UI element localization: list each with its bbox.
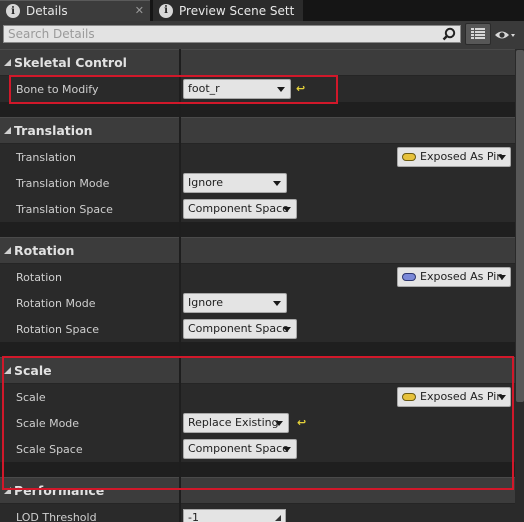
exposed-as-pin-button[interactable]: Exposed As Pin — [397, 387, 511, 407]
chevron-down-icon — [283, 327, 291, 332]
property-label: LOD Threshold — [16, 511, 97, 522]
section-gap — [0, 342, 515, 358]
section-gap — [0, 222, 515, 238]
pin-label: Exposed As Pin — [420, 390, 504, 403]
property-row-bone-to-modify: Bone to Modify foot_r ↩ — [0, 76, 515, 102]
collapse-triangle-icon — [4, 127, 11, 134]
chevron-down-icon — [273, 301, 281, 306]
property-label: Rotation Mode — [16, 297, 96, 310]
chevron-down-icon — [273, 181, 281, 186]
chevron-down-icon — [498, 275, 506, 280]
pin-label: Exposed As Pin — [420, 270, 504, 283]
translation-mode-combo[interactable]: Ignore — [183, 173, 287, 193]
category-title: Performance — [14, 483, 105, 498]
close-icon[interactable]: ✕ — [135, 4, 144, 17]
property-row-scale-space: Scale Space Component Space — [0, 436, 515, 462]
view-options-button[interactable] — [465, 23, 491, 45]
category-skeletal-control[interactable]: Skeletal Control — [0, 49, 515, 75]
search-toolbar: Search Details — [0, 21, 524, 49]
collapse-triangle-icon — [4, 367, 11, 374]
exposed-as-pin-button[interactable]: Exposed As Pin — [397, 267, 511, 287]
chevron-down-icon — [283, 207, 291, 212]
combo-value: Ignore — [188, 296, 223, 309]
property-row-translation-mode: Translation Mode Ignore — [0, 170, 515, 196]
search-input[interactable]: Search Details — [3, 25, 461, 43]
property-row-translation-space: Translation Space Component Space — [0, 196, 515, 222]
reset-to-default-icon[interactable]: ↩ — [296, 83, 306, 94]
property-label: Translation Mode — [16, 177, 110, 190]
exposed-as-pin-button[interactable]: Exposed As Pin — [397, 147, 511, 167]
rotation-space-combo[interactable]: Component Space — [183, 319, 297, 339]
chevron-down-icon — [277, 87, 285, 92]
info-icon: i — [159, 3, 173, 18]
rotation-mode-combo[interactable]: Ignore — [183, 293, 287, 313]
pin-icon — [402, 393, 416, 401]
pin-label: Exposed As Pin — [420, 150, 504, 163]
reset-to-default-icon[interactable]: ↩ — [297, 417, 307, 428]
category-title: Scale — [14, 363, 52, 378]
info-icon: i — [6, 4, 20, 18]
category-scale[interactable]: Scale — [0, 357, 515, 383]
property-label: Rotation Space — [16, 323, 100, 336]
property-row-lod-threshold: LOD Threshold -1 — [0, 504, 515, 522]
search-icon[interactable] — [442, 27, 456, 41]
property-label: Rotation — [16, 271, 63, 284]
category-title: Skeletal Control — [14, 55, 127, 70]
collapse-triangle-icon — [4, 487, 11, 494]
tab-details[interactable]: i Details ✕ — [0, 0, 150, 21]
category-translation[interactable]: Translation — [0, 117, 515, 143]
resize-grip-icon — [275, 515, 281, 521]
property-label: Scale Mode — [16, 417, 80, 430]
search-placeholder: Search Details — [8, 27, 95, 41]
property-row-rotation: Rotation Exposed As Pin — [0, 264, 515, 290]
details-panel: Skeletal Control Bone to Modify foot_r ↩… — [0, 49, 515, 522]
combo-value: Component Space — [188, 442, 289, 455]
scrollbar-thumb[interactable] — [516, 50, 524, 402]
combo-value: Ignore — [188, 176, 223, 189]
lod-threshold-input[interactable]: -1 — [183, 509, 286, 522]
category-title: Rotation — [14, 243, 75, 258]
visibility-dropdown[interactable] — [494, 25, 524, 45]
chevron-down-icon — [498, 395, 506, 400]
property-row-scale: Scale Exposed As Pin — [0, 384, 515, 410]
grid-view-icon — [471, 28, 485, 39]
chevron-down-icon — [283, 447, 291, 452]
tab-preview-scene-settings[interactable]: i Preview Scene Sett — [153, 0, 303, 21]
combo-value: Component Space — [188, 202, 289, 215]
chevron-down-icon — [275, 421, 283, 426]
chevron-down-icon — [498, 155, 506, 160]
property-label: Bone to Modify — [16, 83, 99, 96]
numeric-value: -1 — [188, 511, 199, 522]
pin-icon — [402, 273, 416, 281]
tab-details-label: Details — [26, 4, 68, 18]
pin-icon — [402, 153, 416, 161]
section-gap — [0, 462, 515, 478]
property-row-rotation-space: Rotation Space Component Space — [0, 316, 515, 342]
property-row-rotation-mode: Rotation Mode Ignore — [0, 290, 515, 316]
category-title: Translation — [14, 123, 93, 138]
property-row-scale-mode: Scale Mode Replace Existing ↩ — [0, 410, 515, 436]
combo-value: Component Space — [188, 322, 289, 335]
category-rotation[interactable]: Rotation — [0, 237, 515, 263]
column-splitter[interactable] — [179, 49, 181, 522]
translation-space-combo[interactable]: Component Space — [183, 199, 297, 219]
tab-bar: i Details ✕ i Preview Scene Sett — [0, 0, 524, 21]
property-label: Scale — [16, 391, 46, 404]
collapse-triangle-icon — [4, 247, 11, 254]
eye-icon — [495, 31, 515, 39]
section-gap — [0, 102, 515, 118]
property-row-translation: Translation Exposed As Pin — [0, 144, 515, 170]
bone-to-modify-combo[interactable]: foot_r — [183, 79, 291, 99]
tab-preview-label: Preview Scene Sett — [179, 3, 295, 18]
collapse-triangle-icon — [4, 59, 11, 66]
combo-value: Replace Existing — [188, 416, 279, 429]
property-label: Translation Space — [16, 203, 113, 216]
category-performance[interactable]: Performance — [0, 477, 515, 503]
property-label: Translation — [16, 151, 76, 164]
combo-value: foot_r — [188, 82, 220, 95]
property-label: Scale Space — [16, 443, 83, 456]
scale-space-combo[interactable]: Component Space — [183, 439, 297, 459]
scale-mode-combo[interactable]: Replace Existing — [183, 413, 289, 433]
